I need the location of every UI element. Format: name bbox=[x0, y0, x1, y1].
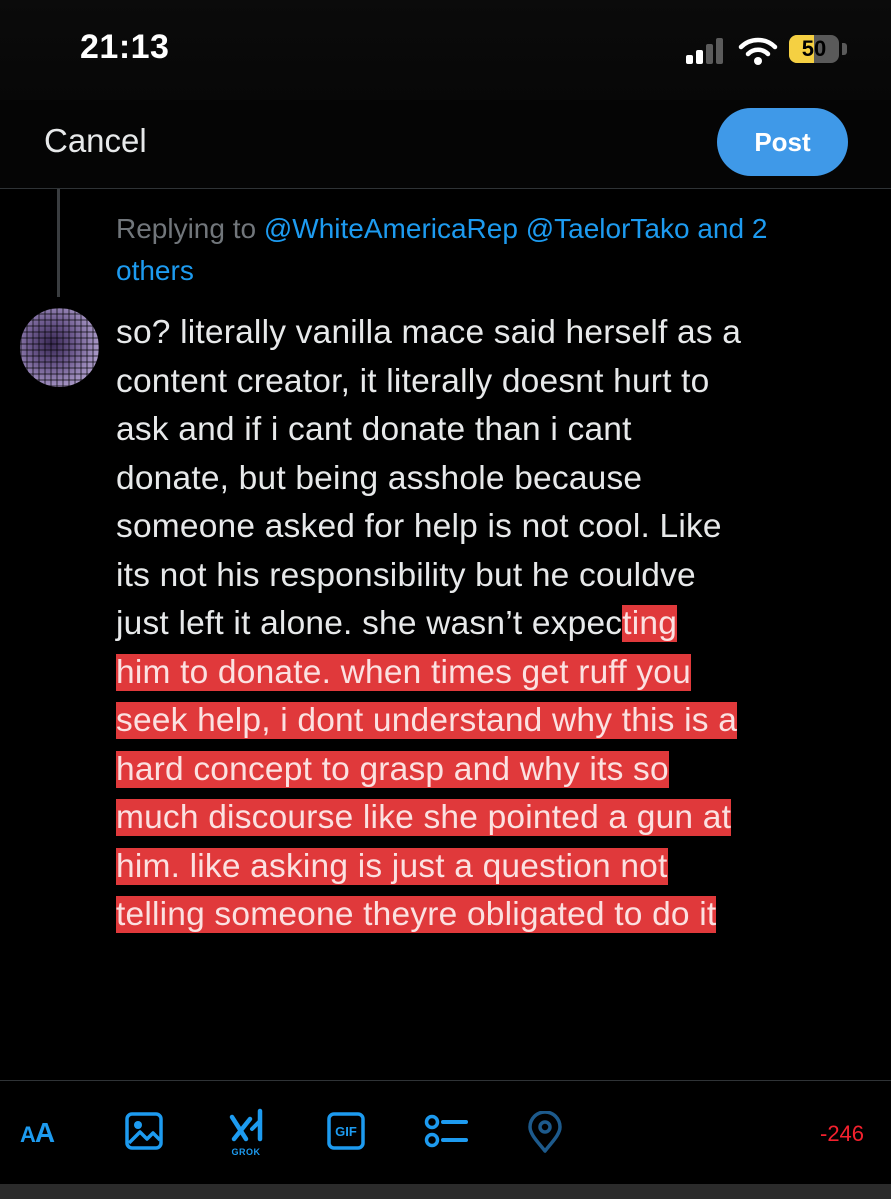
tweet-line: content creator, it literally doesnt hur… bbox=[116, 358, 876, 407]
over-limit-text: him. like asking is just a question not bbox=[116, 847, 668, 885]
text-size-icon[interactable]: AA bbox=[20, 1117, 55, 1149]
tweet-text-segment: donate, but being asshole because bbox=[116, 459, 643, 497]
poll-list-icon[interactable] bbox=[424, 1111, 468, 1151]
avatar bbox=[20, 308, 99, 387]
others-label: others bbox=[116, 255, 194, 286]
battery-percent: 50 bbox=[801, 36, 827, 61]
gif-icon[interactable]: GIF bbox=[326, 1111, 366, 1151]
tweet-text-segment: just left it alone. she wasn’t expec bbox=[116, 605, 623, 642]
battery-cap bbox=[842, 43, 847, 55]
character-count: -246 bbox=[820, 1121, 865, 1146]
replying-to: Replying to @WhiteAmericaRep @TaelorTako… bbox=[116, 208, 856, 292]
tweet-text-input[interactable]: so? literally vanilla mace said herself … bbox=[116, 309, 876, 940]
tweet-line: just left it alone. she wasn’t expecting bbox=[116, 600, 876, 649]
over-limit-text: hard concept to grasp and why its so bbox=[116, 750, 669, 788]
status-bar: 21:13 50 bbox=[0, 0, 891, 100]
location-pin-icon[interactable] bbox=[527, 1111, 563, 1153]
battery-indicator: 50 bbox=[789, 35, 839, 63]
grok-label: GROK bbox=[231, 1147, 261, 1157]
cellular-signal-icon bbox=[686, 38, 723, 64]
over-limit-text: him to donate. when times get ruff you bbox=[116, 653, 691, 691]
and-others-label: and 2 bbox=[697, 213, 768, 244]
compose-toolbar: AA GROK GIF -246 bbox=[0, 1080, 891, 1184]
tweet-line: hard concept to grasp and why its so bbox=[116, 746, 876, 795]
tweet-line: him to donate. when times get ruff you bbox=[116, 649, 876, 698]
tweet-text-segment: content creator, it literally doesnt hur… bbox=[116, 362, 710, 400]
mention-link[interactable]: @TaelorTako bbox=[526, 213, 690, 244]
compose-screen: 21:13 50 Cancel Post Replying to @WhiteA… bbox=[0, 0, 891, 1199]
status-time: 21:13 bbox=[80, 28, 170, 66]
tweet-line: seek help, i dont understand why this is… bbox=[116, 697, 876, 746]
tweet-text-segment: ask and if i cant donate than i cant bbox=[116, 411, 632, 448]
gif-label: GIF bbox=[335, 1123, 357, 1139]
tweet-text-segment: someone asked for help is not cool. Like bbox=[116, 508, 722, 545]
tweet-line: him. like asking is just a question not bbox=[116, 843, 876, 892]
replying-to-label: Replying to bbox=[116, 213, 257, 244]
tweet-line: its not his responsibility but he couldv… bbox=[116, 552, 876, 601]
tweet-line: donate, but being asshole because bbox=[116, 455, 876, 504]
thread-line bbox=[57, 189, 60, 297]
tweet-line: someone asked for help is not cool. Like bbox=[116, 503, 876, 552]
tweet-line: telling someone theyre obligated to do i… bbox=[116, 891, 876, 940]
tweet-text-segment: so? literally vanilla mace said herself … bbox=[116, 314, 742, 351]
over-limit-text: seek help, i dont understand why this is… bbox=[116, 702, 738, 739]
mention-link[interactable]: @WhiteAmericaRep bbox=[264, 213, 518, 244]
over-limit-text: telling someone theyre obligated to do i… bbox=[116, 896, 717, 933]
keyboard-edge bbox=[0, 1184, 891, 1199]
grok-icon[interactable] bbox=[226, 1107, 266, 1145]
over-limit-text: ting bbox=[622, 605, 678, 642]
tweet-line: so? literally vanilla mace said herself … bbox=[116, 309, 876, 358]
image-icon[interactable] bbox=[124, 1111, 164, 1151]
cancel-button[interactable]: Cancel bbox=[44, 122, 147, 160]
tweet-line: ask and if i cant donate than i cant bbox=[116, 406, 876, 455]
over-limit-text: much discourse like she pointed a gun at bbox=[116, 799, 732, 836]
post-button[interactable]: Post bbox=[717, 108, 848, 176]
tweet-text-segment: its not his responsibility but he couldv… bbox=[116, 556, 696, 594]
tweet-line: much discourse like she pointed a gun at bbox=[116, 794, 876, 843]
wifi-icon bbox=[738, 37, 778, 65]
compose-header: Cancel Post bbox=[0, 100, 891, 189]
